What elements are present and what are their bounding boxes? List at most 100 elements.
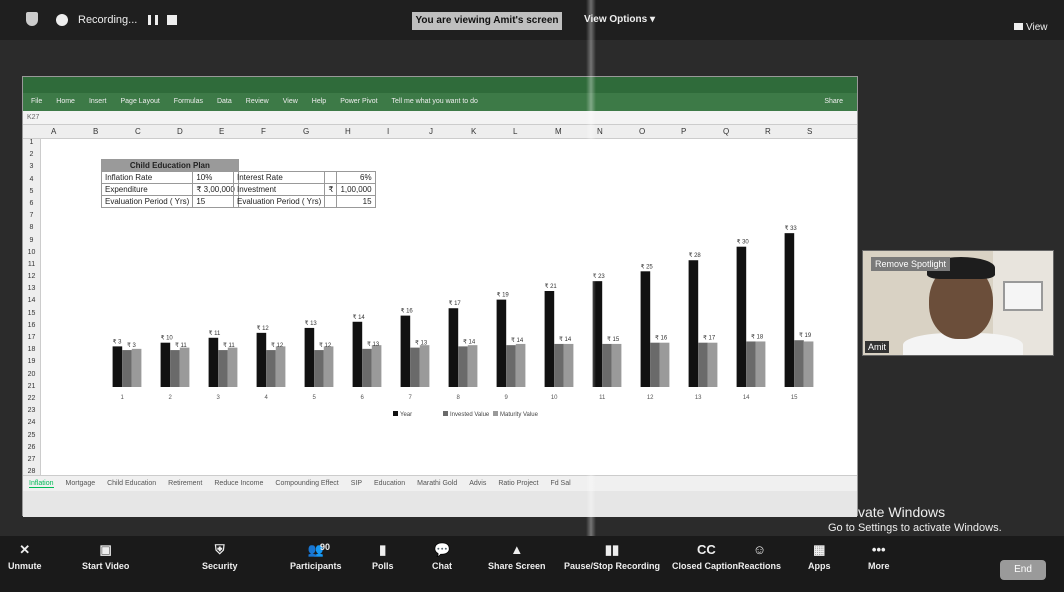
- row-header[interactable]: 17: [23, 334, 40, 346]
- row-header[interactable]: 25: [23, 432, 40, 444]
- row-header[interactable]: 14: [23, 297, 40, 309]
- row-header[interactable]: 23: [23, 407, 40, 419]
- row-header[interactable]: 22: [23, 395, 40, 407]
- inv-value[interactable]: 15: [336, 195, 376, 208]
- stop-recording-icon[interactable]: [167, 15, 177, 25]
- name-box[interactable]: K27: [27, 114, 39, 121]
- column-header[interactable]: R: [765, 127, 771, 136]
- plan-label[interactable]: Inflation Rate: [100, 171, 194, 184]
- formula-bar[interactable]: K27: [23, 111, 857, 125]
- inv-label[interactable]: Interest Rate: [232, 171, 326, 184]
- column-header[interactable]: P: [681, 127, 686, 136]
- more-button[interactable]: ••• More: [868, 542, 890, 571]
- row-header[interactable]: 5: [23, 188, 40, 200]
- education-bar-chart[interactable]: ₹ 3₹ 31₹ 10₹ 112₹ 11₹ 113₹ 12₹ 124₹ 13₹ …: [63, 217, 843, 427]
- inv-label[interactable]: Investment: [232, 183, 326, 196]
- ribbon-tab[interactable]: Page Layout: [120, 98, 159, 105]
- column-header[interactable]: N: [597, 127, 603, 136]
- apps-button[interactable]: ▦ Apps: [808, 542, 831, 571]
- row-header[interactable]: 1: [23, 139, 40, 151]
- row-header[interactable]: 12: [23, 273, 40, 285]
- column-header[interactable]: A: [51, 127, 56, 136]
- row-header[interactable]: 8: [23, 224, 40, 236]
- inv-sym[interactable]: [324, 195, 338, 208]
- sheet-tab[interactable]: SIP: [351, 480, 362, 487]
- row-header[interactable]: 7: [23, 212, 40, 224]
- pause-stop-recording-button[interactable]: ▮▮ Pause/Stop Recording: [564, 542, 660, 571]
- sheet-tab[interactable]: Child Education: [107, 480, 156, 487]
- sheet-tab[interactable]: Education: [374, 480, 405, 487]
- sheet-tab[interactable]: Reduce Income: [214, 480, 263, 487]
- row-header[interactable]: 6: [23, 200, 40, 212]
- share-screen-button[interactable]: ▲ Share Screen: [488, 542, 546, 571]
- row-header[interactable]: 18: [23, 346, 40, 358]
- polls-button[interactable]: ▮ Polls: [372, 542, 394, 571]
- participants-button[interactable]: 👥 90 Participants: [290, 542, 342, 571]
- ribbon-tab[interactable]: Formulas: [174, 98, 203, 105]
- plan-value[interactable]: ₹ 3,00,000: [192, 183, 239, 196]
- column-header[interactable]: G: [303, 127, 309, 136]
- row-header[interactable]: 4: [23, 176, 40, 188]
- column-header[interactable]: I: [387, 127, 389, 136]
- ribbon-tab[interactable]: Help: [312, 98, 326, 105]
- column-header[interactable]: F: [261, 127, 266, 136]
- row-header[interactable]: 3: [23, 163, 40, 175]
- row-header[interactable]: 2: [23, 151, 40, 163]
- sheet-tab[interactable]: Marathi Gold: [417, 480, 457, 487]
- sheet-tab[interactable]: Ratio Project: [498, 480, 538, 487]
- sheet-tab[interactable]: Retirement: [168, 480, 202, 487]
- column-header[interactable]: H: [345, 127, 351, 136]
- inv-value[interactable]: 6%: [336, 171, 376, 184]
- row-header[interactable]: 16: [23, 322, 40, 334]
- remove-spotlight-button[interactable]: Remove Spotlight: [871, 257, 951, 271]
- sheet-tab[interactable]: Compounding Effect: [275, 480, 338, 487]
- plan-label[interactable]: Expenditure: [100, 183, 194, 196]
- row-header[interactable]: 19: [23, 358, 40, 370]
- ribbon-tab[interactable]: View: [283, 98, 298, 105]
- column-header[interactable]: B: [93, 127, 98, 136]
- row-header[interactable]: 24: [23, 419, 40, 431]
- plan-label[interactable]: Evaluation Period ( Yrs): [100, 195, 194, 208]
- row-header[interactable]: 15: [23, 310, 40, 322]
- column-header[interactable]: E: [219, 127, 224, 136]
- row-header[interactable]: 13: [23, 285, 40, 297]
- inv-sym[interactable]: ₹: [324, 183, 338, 196]
- ribbon-tab[interactable]: Data: [217, 98, 232, 105]
- row-header[interactable]: 9: [23, 237, 40, 249]
- view-button[interactable]: View: [1014, 22, 1048, 33]
- chat-button[interactable]: 💬 Chat: [432, 542, 452, 571]
- row-header[interactable]: 21: [23, 383, 40, 395]
- row-header[interactable]: 10: [23, 249, 40, 261]
- plan-value[interactable]: 15: [192, 195, 239, 208]
- sheet-tab[interactable]: Inflation: [29, 480, 54, 488]
- inv-label[interactable]: Evaluation Period ( Yrs): [232, 195, 326, 208]
- plan-title[interactable]: Child Education Plan: [101, 159, 239, 172]
- ribbon-tab[interactable]: Tell me what you want to do: [392, 98, 478, 105]
- column-header[interactable]: J: [429, 127, 433, 136]
- shield-icon[interactable]: [26, 12, 38, 26]
- column-header[interactable]: Q: [723, 127, 729, 136]
- inv-sym[interactable]: [324, 171, 338, 184]
- security-button[interactable]: ⛨ Security: [202, 542, 238, 571]
- row-header[interactable]: 20: [23, 371, 40, 383]
- end-meeting-button[interactable]: End: [1000, 560, 1046, 580]
- sheet-tab[interactable]: Mortgage: [66, 480, 96, 487]
- sheet-tab[interactable]: Advis: [469, 480, 486, 487]
- row-header[interactable]: 11: [23, 261, 40, 273]
- column-header[interactable]: S: [807, 127, 812, 136]
- sheet-tab[interactable]: Fd Sal: [550, 480, 570, 487]
- ribbon-tab[interactable]: File: [31, 98, 42, 105]
- unmute-button[interactable]: ✕ Unmute: [8, 542, 42, 571]
- ribbon-tab[interactable]: Home: [56, 98, 75, 105]
- column-header[interactable]: D: [177, 127, 183, 136]
- plan-value[interactable]: 10%: [192, 171, 239, 184]
- ribbon-tab[interactable]: Insert: [89, 98, 107, 105]
- column-header[interactable]: C: [135, 127, 141, 136]
- column-header[interactable]: L: [513, 127, 517, 136]
- share-button[interactable]: Share: [824, 98, 843, 105]
- row-header[interactable]: 26: [23, 444, 40, 456]
- spotlight-video[interactable]: Remove Spotlight Amit: [862, 250, 1054, 356]
- ribbon-tab[interactable]: Review: [246, 98, 269, 105]
- column-header[interactable]: K: [471, 127, 476, 136]
- pause-recording-icon[interactable]: [148, 15, 158, 25]
